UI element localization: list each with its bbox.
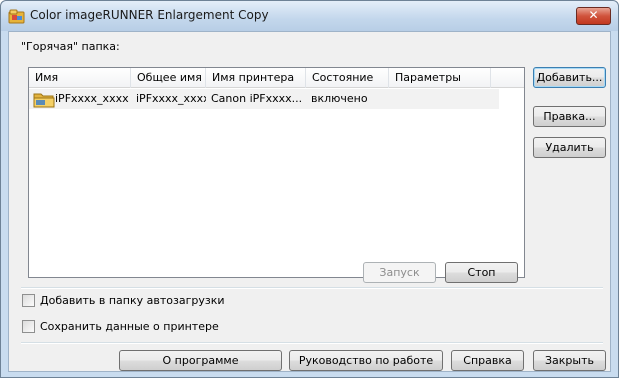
- column-header-name[interactable]: Имя: [29, 68, 131, 88]
- divider-bottom: [21, 342, 603, 344]
- autostart-checkbox[interactable]: [22, 294, 35, 307]
- edit-button[interactable]: Правка...: [533, 106, 606, 127]
- save-printer-checkbox[interactable]: [22, 320, 35, 333]
- app-window: Color imageRUNNER Enlargement Copy ✕ "Го…: [0, 0, 619, 378]
- guide-button[interactable]: Руководство по работе: [289, 350, 443, 371]
- add-button[interactable]: Добавить...: [533, 67, 606, 88]
- hot-folder-label: "Горячая" папка:: [21, 40, 120, 53]
- close-window-button[interactable]: ✕: [576, 7, 611, 25]
- delete-button[interactable]: Удалить: [533, 137, 606, 158]
- column-header-state[interactable]: Состояние: [306, 68, 389, 88]
- stop-button[interactable]: Стоп: [445, 262, 518, 283]
- cell-params: [389, 89, 491, 109]
- cell-share-name: iPFxxxx_xxxx: [136, 92, 206, 105]
- hot-folder-list[interactable]: Имя Общее имя Имя принтера Состояние Пар…: [28, 67, 525, 278]
- autostart-label[interactable]: Добавить в папку автозагрузки: [40, 294, 225, 307]
- cell-name: iPFxxxx_xxxx: [55, 92, 129, 105]
- column-header-share-name[interactable]: Общее имя: [131, 68, 206, 88]
- help-button[interactable]: Справка: [451, 350, 524, 371]
- close-button[interactable]: Закрыть: [533, 350, 606, 371]
- about-button[interactable]: О программе: [119, 350, 282, 371]
- cell-state: включено: [311, 92, 368, 105]
- close-icon: ✕: [588, 8, 599, 22]
- cell-printer-name: Canon iPFxxxx...: [211, 92, 303, 105]
- list-header: Имя Общее имя Имя принтера Состояние Пар…: [29, 68, 524, 88]
- start-button[interactable]: Запуск: [363, 262, 436, 283]
- column-header-printer-name[interactable]: Имя принтера: [206, 68, 306, 88]
- app-icon: [8, 9, 25, 24]
- divider-top: [21, 287, 603, 289]
- list-row[interactable]: iPFxxxx_xxxx iPFxxxx_xxxx Canon iPFxxxx.…: [29, 89, 499, 109]
- column-header-params[interactable]: Параметры: [389, 68, 491, 88]
- window-title: Color imageRUNNER Enlargement Copy: [30, 8, 269, 22]
- title-bar[interactable]: Color imageRUNNER Enlargement Copy ✕: [1, 1, 618, 31]
- dialog-client: "Горячая" папка: Имя Общее имя Имя принт…: [8, 31, 611, 372]
- save-printer-label[interactable]: Сохранить данные о принтере: [40, 320, 219, 333]
- column-header-filler: [491, 68, 524, 88]
